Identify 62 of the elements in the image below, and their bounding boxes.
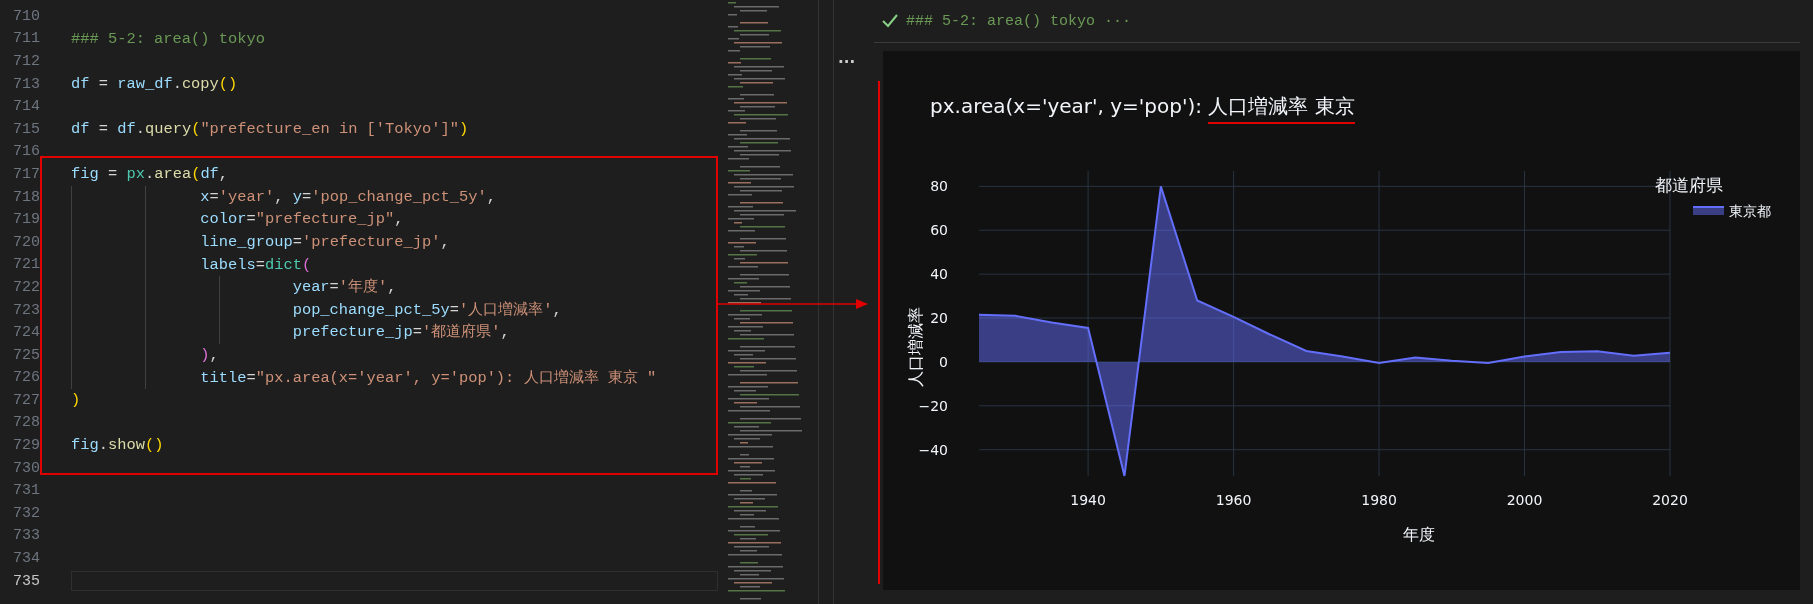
line-number: 723 <box>12 301 40 319</box>
tick-label: 1980 <box>1361 492 1397 508</box>
code-line: pop_change_pct_5y='人口増減率', <box>291 299 562 321</box>
line-number: 716 <box>12 143 40 161</box>
code-line: ) <box>71 390 81 412</box>
code-line: line_group='prefecture_jp', <box>199 231 450 253</box>
tick-label: 80 <box>930 178 948 195</box>
line-number: 722 <box>12 278 40 296</box>
code-line: labels=dict( <box>199 254 312 276</box>
legend-label[interactable]: 東京都 <box>1729 203 1771 219</box>
code-line: ### 5-2: area() tokyo <box>71 28 265 50</box>
line-number: 724 <box>12 324 40 342</box>
line-number: 730 <box>12 459 40 477</box>
line-number: 727 <box>12 391 40 409</box>
line-number: 715 <box>12 120 40 138</box>
more-button[interactable]: ··· <box>838 53 883 71</box>
tick-label: 2000 <box>1506 492 1543 508</box>
line-number: 713 <box>12 75 40 93</box>
line-number: 729 <box>12 437 40 455</box>
code-line: fig.show() <box>71 435 164 457</box>
chart-title: px.area(x='year', y='pop'): 人口増減率 東京 <box>883 51 1800 130</box>
line-number: 725 <box>12 346 40 364</box>
code-line: title="px.area(x='year', y='pop'): 人口増減率 東京 " <box>199 367 657 389</box>
line-number: 728 <box>12 414 40 432</box>
line-number: 718 <box>12 188 40 206</box>
code-line: color="prefecture_jp", <box>199 209 404 231</box>
legend-title: 都道府県 <box>1655 175 1723 195</box>
tick-label: 20 <box>930 310 948 326</box>
line-number: 712 <box>12 53 40 70</box>
code-line: df = df.query("prefecture_en in ['Tokyo']") <box>71 118 469 140</box>
axis-title: 年度 <box>1402 525 1435 544</box>
line-number: 720 <box>12 233 40 251</box>
tick-label: 2020 <box>1652 492 1688 508</box>
legend-swatch[interactable] <box>1692 206 1725 215</box>
line-number: 731 <box>12 482 40 500</box>
line-number: 710 <box>12 7 40 25</box>
code-line: df = raw_df.copy() <box>71 73 238 95</box>
tick-label: −20 <box>918 397 948 414</box>
tick-label: 60 <box>930 222 948 239</box>
line-number: 711 <box>12 30 40 48</box>
tick-label: 40 <box>930 266 948 283</box>
tick-label: 0 <box>939 353 948 370</box>
code-line: prefecture_jp='都道府県', <box>291 322 510 344</box>
line-number: 734 <box>12 550 40 568</box>
tick-label: −40 <box>918 441 948 458</box>
line-number: 717 <box>12 165 40 183</box>
axis-title: 人口増減率 <box>906 307 925 387</box>
line-number: 726 <box>12 369 40 387</box>
code-line: fig = px.area(df, <box>71 164 229 186</box>
line-number: 732 <box>12 504 40 522</box>
code-line: year='年度', <box>291 277 397 299</box>
line-number: 733 <box>12 527 40 545</box>
tick-label: 1940 <box>1070 492 1106 508</box>
code-line: ), <box>199 344 219 366</box>
code-line: x='year', y='pop_change_pct_5y', <box>199 186 496 208</box>
line-number: 719 <box>12 211 40 229</box>
line-number: 714 <box>12 98 40 116</box>
line-number: 721 <box>12 256 40 274</box>
line-number: 735 <box>12 572 40 590</box>
cell-header[interactable]: ### 5-2: area() tokyo ··· <box>906 12 1132 30</box>
tick-label: 1960 <box>1215 492 1252 508</box>
check-icon <box>882 14 898 28</box>
